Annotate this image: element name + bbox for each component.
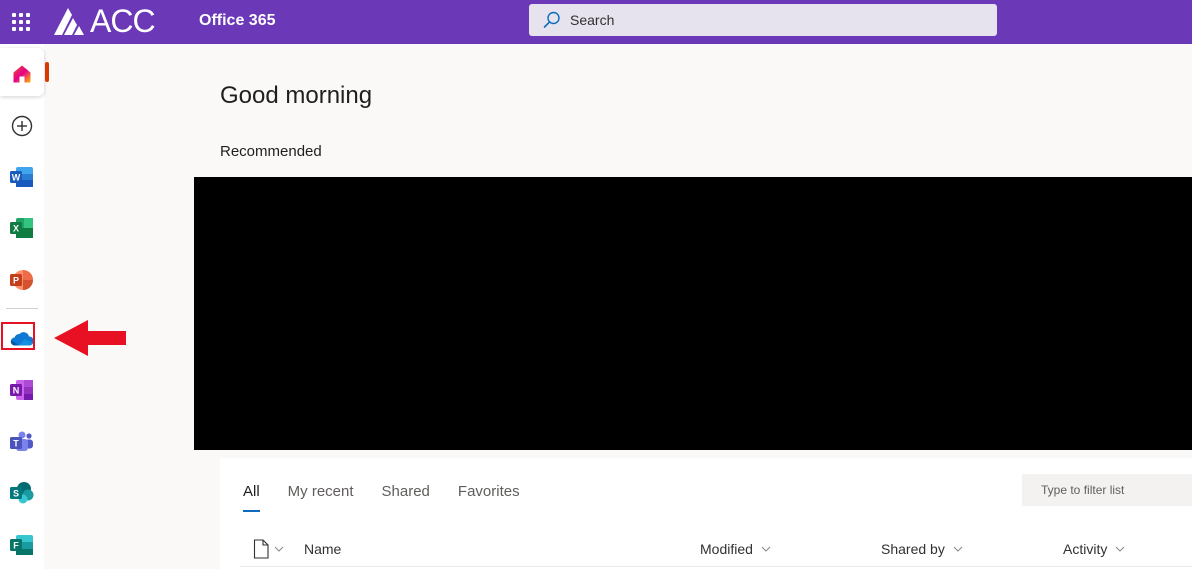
excel-button[interactable]: X <box>0 206 44 250</box>
name-column-header[interactable]: Name <box>304 538 341 560</box>
teams-icon: T <box>10 431 33 451</box>
chevron-down-icon <box>1115 546 1125 552</box>
search-input[interactable] <box>570 12 950 28</box>
file-icon <box>253 539 269 559</box>
home-icon <box>13 65 31 83</box>
greeting-heading: Good morning <box>220 82 373 109</box>
red-arrow-icon <box>54 320 126 356</box>
tab-shared[interactable]: Shared <box>382 483 430 512</box>
svg-text:F: F <box>13 541 19 551</box>
word-button[interactable]: W <box>0 155 44 199</box>
shared-by-column-header[interactable]: Shared by <box>881 538 963 560</box>
onenote-button[interactable]: N <box>0 368 44 412</box>
create-button[interactable] <box>0 104 44 148</box>
sharepoint-button[interactable]: S <box>0 471 44 515</box>
svg-text:T: T <box>13 439 19 449</box>
add-circle-icon <box>11 115 33 137</box>
filter-input[interactable] <box>1041 483 1186 497</box>
activity-column-header[interactable]: Activity <box>1063 538 1125 560</box>
forms-icon: F <box>10 535 33 555</box>
app-launcher-icon[interactable] <box>12 13 30 31</box>
top-bar: ACC Office 365 <box>0 0 1192 44</box>
recommended-heading: Recommended <box>220 143 322 160</box>
excel-icon: X <box>10 218 33 238</box>
active-indicator <box>45 62 49 82</box>
svg-text:N: N <box>13 386 20 396</box>
logo-text: ACC <box>90 3 156 39</box>
acc-logo-mark-icon <box>54 8 84 35</box>
onenote-icon: N <box>10 380 33 400</box>
svg-text:W: W <box>12 173 21 183</box>
svg-text:S: S <box>13 489 19 499</box>
file-tabs: All My recent Shared Favorites <box>243 483 548 512</box>
name-column-label: Name <box>304 541 342 557</box>
forms-button[interactable]: F <box>0 523 44 567</box>
activity-column-label: Activity <box>1063 541 1108 557</box>
search-box[interactable] <box>529 4 997 36</box>
chevron-down-icon <box>761 546 771 552</box>
column-header-divider <box>240 566 1192 567</box>
home-button[interactable] <box>0 52 44 96</box>
search-icon <box>543 11 560 28</box>
tab-all[interactable]: All <box>243 483 260 512</box>
modified-column-label: Modified <box>700 541 753 557</box>
app-name[interactable]: Office 365 <box>199 12 275 30</box>
powerpoint-icon: P <box>10 270 33 290</box>
sharepoint-icon: S <box>10 482 34 504</box>
svg-text:X: X <box>13 224 19 234</box>
tab-my-recent[interactable]: My recent <box>288 483 354 512</box>
svg-text:P: P <box>13 276 19 286</box>
word-icon: W <box>10 167 33 187</box>
teams-button[interactable]: T <box>0 420 44 464</box>
filter-box[interactable] <box>1022 474 1192 506</box>
redacted-recommended-area <box>194 177 1192 450</box>
shared-by-column-label: Shared by <box>881 541 945 557</box>
chevron-down-icon <box>953 546 963 552</box>
powerpoint-button[interactable]: P <box>0 258 44 302</box>
modified-column-header[interactable]: Modified <box>700 538 771 560</box>
acc-logo[interactable]: ACC <box>52 3 156 39</box>
rail-divider <box>6 308 38 309</box>
onedrive-highlight-box <box>1 322 35 350</box>
chevron-down-icon <box>274 546 284 552</box>
file-type-column-header[interactable] <box>252 538 284 560</box>
tab-favorites[interactable]: Favorites <box>458 483 520 512</box>
